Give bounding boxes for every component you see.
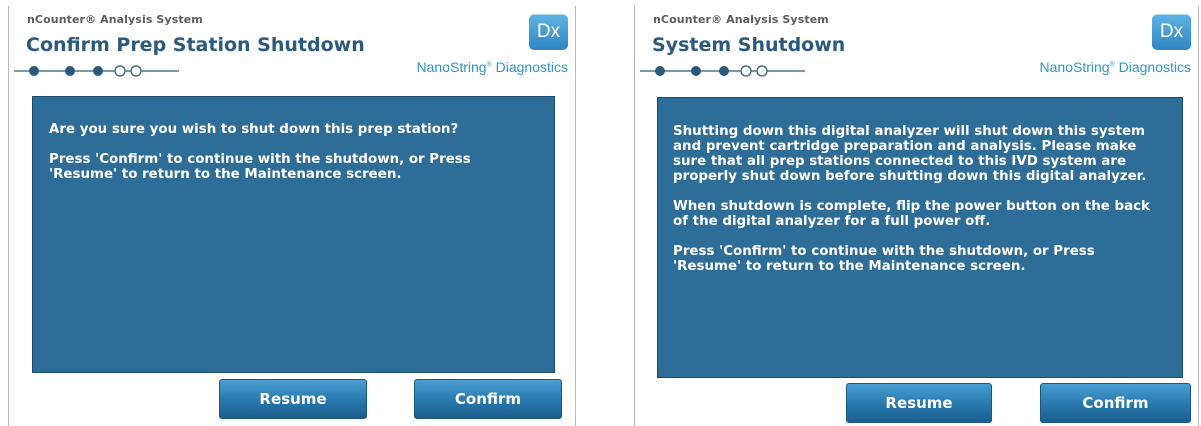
app-name: nCounter® Analysis System <box>27 13 203 26</box>
confirm-button[interactable]: Confirm <box>1040 383 1191 423</box>
brand-suffix: Diagnostics <box>495 59 568 75</box>
brand-label: NanoString® Diagnostics <box>416 59 568 75</box>
resume-button[interactable]: Resume <box>846 383 992 423</box>
frame-left-border <box>8 6 9 426</box>
brand-label: NanoString® Diagnostics <box>1039 59 1191 75</box>
message-line: Press 'Confirm' to continue with the shu… <box>673 244 1095 274</box>
progress-dots-icon <box>640 65 805 77</box>
message-panel: Are you sure you wish to shut down this … <box>32 96 555 373</box>
page-title: System Shutdown <box>652 34 846 56</box>
dx-logo-icon: Dx <box>529 14 568 50</box>
message-line: Shutting down this digital analyzer will… <box>673 124 1147 184</box>
message-line: Press 'Confirm' to continue with the shu… <box>49 152 471 182</box>
resume-button[interactable]: Resume <box>219 379 367 419</box>
brand-name: NanoString <box>416 59 487 75</box>
brand-suffix: Diagnostics <box>1118 59 1191 75</box>
frame-right-border <box>575 6 576 426</box>
message-panel: Shutting down this digital analyzer will… <box>657 97 1183 378</box>
frame-right-border <box>1198 6 1199 426</box>
confirm-button[interactable]: Confirm <box>414 379 562 419</box>
progress-dots-icon <box>14 65 179 77</box>
dx-logo-icon: Dx <box>1152 14 1191 50</box>
message-line: Are you sure you wish to shut down this … <box>49 122 459 137</box>
message-line: When shutdown is complete, flip the powe… <box>673 199 1150 229</box>
frame-left-border <box>634 6 635 426</box>
page-title: Confirm Prep Station Shutdown <box>26 34 365 56</box>
prep-station-shutdown-screen: nCounter® Analysis System Confirm Prep S… <box>0 0 578 426</box>
app-name: nCounter® Analysis System <box>653 13 829 26</box>
brand-name: NanoString <box>1039 59 1110 75</box>
system-shutdown-screen: nCounter® Analysis System System Shutdow… <box>626 0 1201 426</box>
